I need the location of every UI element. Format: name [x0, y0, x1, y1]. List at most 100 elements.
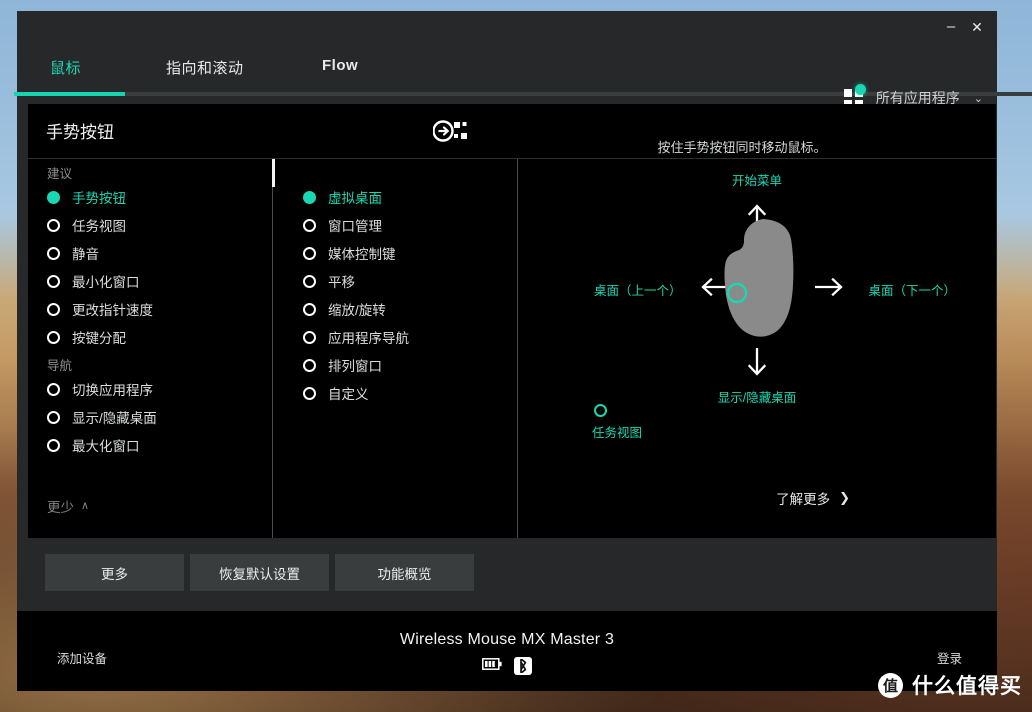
mouse-illustration: [711, 217, 803, 344]
watermark: 值 什么值得买: [878, 670, 1022, 700]
device-status-bar: 添加设备 Wireless Mouse MX Master 3 登录: [17, 611, 997, 691]
list-item[interactable]: 最小化窗口: [47, 271, 140, 291]
list-item-label: 虚拟桌面: [328, 191, 382, 206]
action-option-list: 虚拟桌面 窗口管理 媒体控制键 平移 缩放/旋转 应用程序导航 排列窗口 自定义: [284, 159, 516, 538]
list-item[interactable]: 更改指针速度: [47, 299, 153, 319]
list-item[interactable]: 缩放/旋转: [303, 299, 386, 319]
caret-up-icon: ∧: [81, 500, 90, 512]
radio-icon: [303, 190, 316, 204]
list-item-label: 显示/隐藏桌面: [72, 411, 157, 426]
left-list-scrollbar[interactable]: [272, 159, 275, 187]
radio-icon: [303, 246, 316, 260]
minimize-button[interactable]: –: [943, 19, 959, 35]
watermark-text: 什么值得买: [912, 674, 1022, 698]
action-category-list: 建议 手势按钮 任务视图 静音 最小化窗口 更改指针速度 按键分配 导航 切换应…: [28, 159, 272, 538]
list-item-label: 手势按钮: [72, 191, 126, 206]
list-item[interactable]: 按键分配: [47, 327, 126, 347]
group-label-suggested: 建议: [47, 167, 73, 181]
device-name-label: Wireless Mouse MX Master 3: [399, 631, 615, 648]
list-item[interactable]: 显示/隐藏桌面: [47, 407, 157, 427]
app-grid-status-dot: [854, 84, 866, 95]
list-item-label: 切换应用程序: [72, 383, 153, 398]
list-item[interactable]: 任务视图: [47, 215, 126, 235]
arrow-down-icon: [746, 347, 768, 382]
more-button[interactable]: 更多: [45, 554, 184, 591]
tab-point-and-scroll[interactable]: 指向和滚动: [166, 57, 244, 78]
list-item-label: 应用程序导航: [328, 331, 409, 346]
radio-icon: [47, 382, 60, 396]
feature-overview-button[interactable]: 功能概览: [335, 554, 474, 591]
list-item[interactable]: 自定义: [303, 383, 369, 403]
tab-bar: 鼠标 指向和滚动 Flow 所有应用程序 ⌄: [14, 41, 1032, 108]
list-item[interactable]: 媒体控制键: [303, 243, 396, 263]
list-item[interactable]: 虚拟桌面: [303, 187, 382, 207]
radio-icon: [303, 274, 316, 288]
arrow-right-icon: [814, 276, 844, 303]
list-item[interactable]: 静音: [47, 243, 99, 263]
window-titlebar: – ✕: [17, 11, 997, 41]
gesture-preview-panel: 开始菜单 显示/隐藏桌面 桌面（上一个） 桌面（下一个） 任务视图 了解更多 ❯: [518, 159, 996, 538]
show-less-toggle[interactable]: 更少 ∧: [47, 469, 89, 538]
page-title: 手势按钮: [46, 123, 114, 142]
column-divider-1: [272, 159, 273, 538]
settings-columns: 建议 手势按钮 任务视图 静音 最小化窗口 更改指针速度 按键分配 导航 切换应…: [28, 159, 996, 538]
learn-more-label: 了解更多: [776, 492, 831, 507]
list-item-label: 静音: [72, 247, 99, 262]
radio-icon: [47, 274, 60, 288]
gesture-hint-text: 按住手势按钮同时移动鼠标。: [657, 140, 827, 155]
device-info: Wireless Mouse MX Master 3: [17, 631, 997, 675]
press-action-label: 任务视图: [592, 426, 643, 440]
tab-flow[interactable]: Flow: [322, 57, 358, 74]
content-panel: 手势按钮 按住手势按钮同时移动鼠标。 建议 手势按钮 任务视图 静音 最小化窗口…: [28, 104, 996, 538]
list-item-label: 任务视图: [72, 219, 126, 234]
radio-icon: [47, 438, 60, 452]
list-item[interactable]: 平移: [303, 271, 355, 291]
tab-mouse[interactable]: 鼠标: [50, 57, 81, 78]
radio-icon: [47, 190, 60, 204]
radio-icon: [303, 358, 316, 372]
list-item-label: 最小化窗口: [72, 275, 140, 290]
list-item[interactable]: 最大化窗口: [47, 435, 140, 455]
gesture-assign-icon: [432, 118, 467, 144]
close-button[interactable]: ✕: [969, 19, 985, 35]
list-item[interactable]: 应用程序导航: [303, 327, 409, 347]
chevron-right-icon: ❯: [839, 490, 850, 505]
direction-label-left: 桌面（上一个）: [594, 284, 682, 298]
list-item-label: 窗口管理: [328, 219, 382, 234]
list-item-label: 更改指针速度: [72, 303, 153, 318]
direction-label-right: 桌面（下一个）: [868, 284, 956, 298]
panel-header: 手势按钮 按住手势按钮同时移动鼠标。: [28, 104, 996, 159]
direction-label-down: 显示/隐藏桌面: [717, 391, 797, 405]
list-item-label: 最大化窗口: [72, 439, 140, 454]
list-item-label: 平移: [328, 275, 355, 290]
radio-icon: [303, 302, 316, 316]
battery-icon: [482, 657, 502, 675]
chevron-down-icon: ⌄: [973, 92, 983, 105]
radio-icon: [47, 246, 60, 260]
radio-icon: [47, 410, 60, 424]
radio-icon: [303, 330, 316, 344]
learn-more-link[interactable]: 了解更多 ❯: [776, 488, 850, 508]
direction-label-up: 开始菜单: [731, 174, 783, 188]
radio-icon: [303, 218, 316, 232]
radio-icon: [303, 386, 316, 400]
list-item-label: 缩放/旋转: [328, 303, 386, 318]
list-item-label: 排列窗口: [328, 359, 382, 374]
gesture-press-indicator: 任务视图: [592, 404, 642, 441]
group-label-navigation: 导航: [47, 359, 73, 373]
bluetooth-icon: [514, 657, 532, 675]
tab-active-underline: [14, 92, 125, 96]
list-item[interactable]: 排列窗口: [303, 355, 382, 375]
sign-in-button[interactable]: 登录: [937, 648, 962, 667]
radio-icon: [47, 302, 60, 316]
show-less-label: 更少: [47, 499, 74, 515]
action-button-row: 更多 恢复默认设置 功能概览: [45, 554, 474, 591]
logitech-options-window: – ✕ 鼠标 指向和滚动 Flow 所有应用程序 ⌄ 手势按钮 按住手势按钮同时…: [14, 11, 1032, 611]
list-item[interactable]: 切换应用程序: [47, 379, 153, 399]
device-icon-row: [17, 657, 997, 675]
list-item[interactable]: 手势按钮: [47, 187, 126, 207]
restore-defaults-button[interactable]: 恢复默认设置: [190, 554, 329, 591]
list-item[interactable]: 窗口管理: [303, 215, 382, 235]
list-item-label: 媒体控制键: [328, 247, 396, 262]
gesture-direction-diagram: 开始菜单 显示/隐藏桌面 桌面（上一个） 桌面（下一个） 任务视图: [518, 159, 996, 489]
